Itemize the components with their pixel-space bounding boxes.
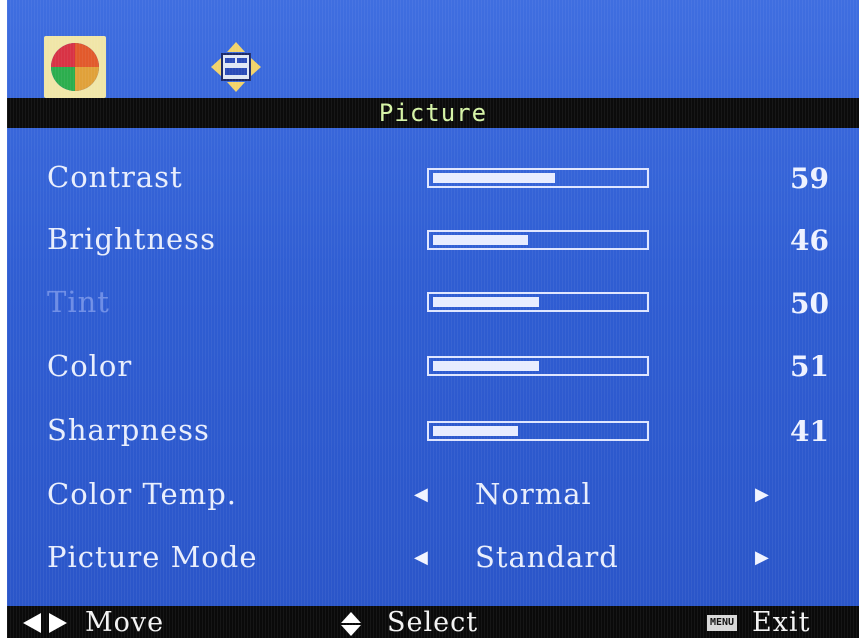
contrast-value: 59 xyxy=(790,162,829,195)
footer-exit-label: Exit xyxy=(752,607,811,638)
sharpness-label: Sharpness xyxy=(47,413,210,447)
brightness-slider-fill xyxy=(433,235,528,245)
tint-slider[interactable] xyxy=(427,292,649,312)
sharpness-slider[interactable] xyxy=(427,421,649,441)
sharpness-value: 41 xyxy=(790,415,829,448)
picture-mode-value[interactable]: Standard xyxy=(475,540,619,574)
color-slider[interactable] xyxy=(427,356,649,376)
left-right-arrows-icon xyxy=(21,612,69,638)
contrast-slider-fill xyxy=(433,173,555,183)
contrast-label: Contrast xyxy=(47,160,183,194)
brightness-label: Brightness xyxy=(47,222,216,256)
tint-label: Tint xyxy=(47,285,110,319)
color-slider-fill xyxy=(433,361,539,371)
up-down-arrows-icon xyxy=(340,611,362,638)
tab-picture[interactable] xyxy=(44,36,106,98)
screen-position-icon xyxy=(211,42,261,92)
tab-screen[interactable] xyxy=(205,36,267,98)
color-value: 51 xyxy=(790,350,829,383)
osd-screen: Picture Contrast 59 Brightness 46 Tint 5… xyxy=(7,0,859,638)
tint-value: 50 xyxy=(790,287,829,320)
right-arrow-icon[interactable]: ▶ xyxy=(755,484,769,505)
left-arrow-icon[interactable]: ◀ xyxy=(414,547,428,568)
brightness-slider[interactable] xyxy=(427,230,649,250)
picture-mode-label: Picture Mode xyxy=(47,540,258,574)
right-arrow-icon[interactable]: ▶ xyxy=(755,547,769,568)
left-arrow-icon[interactable]: ◀ xyxy=(414,484,428,505)
color-temp-label: Color Temp. xyxy=(47,477,237,511)
color-temp-value[interactable]: Normal xyxy=(475,477,592,511)
footer-move-label: Move xyxy=(85,607,165,638)
color-wheel-icon xyxy=(51,43,99,91)
menu-key-icon: MENU xyxy=(707,615,737,631)
brightness-value: 46 xyxy=(790,224,829,257)
page-title: Picture xyxy=(378,99,488,127)
footer-select-label: Select xyxy=(387,607,479,638)
color-label: Color xyxy=(47,349,133,383)
tint-slider-fill xyxy=(433,297,539,307)
sharpness-slider-fill xyxy=(433,426,518,436)
contrast-slider[interactable] xyxy=(427,168,649,188)
